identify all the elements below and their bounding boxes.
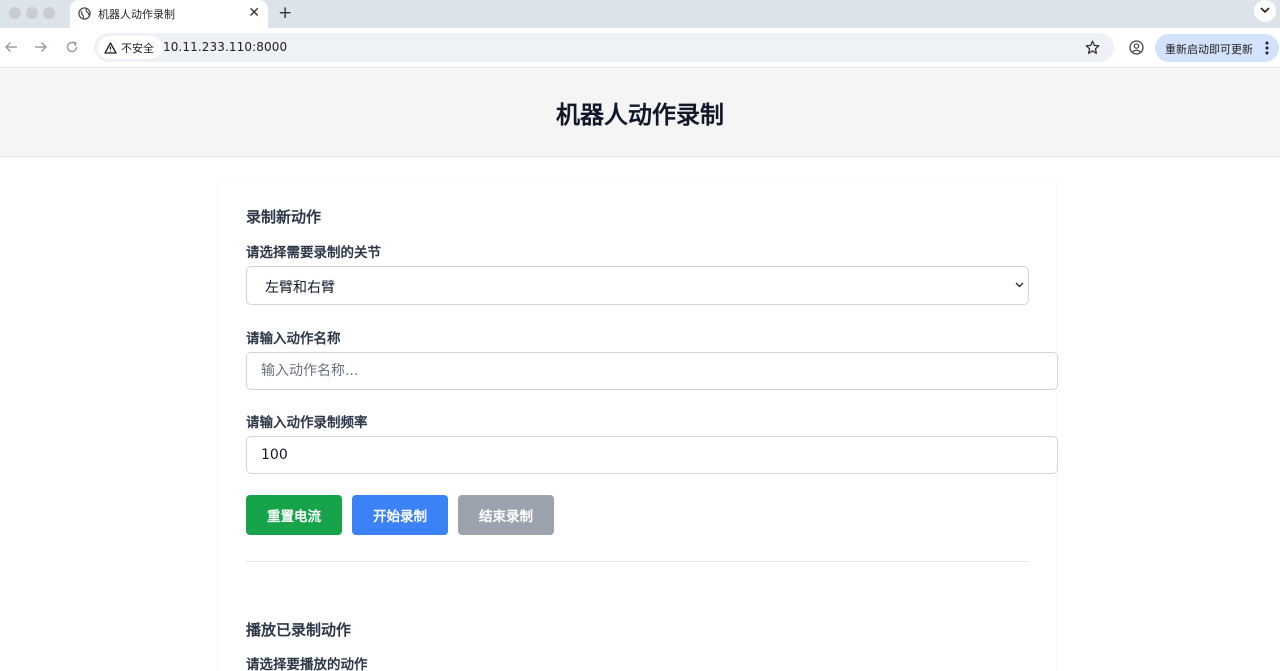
frequency-input[interactable] [246,436,1058,474]
playback-select-label: 请选择要播放的动作 [246,657,368,671]
window-close-dot[interactable] [9,7,21,19]
joints-selected-value: 左臂和右臂 [265,280,335,296]
update-label: 重新启动即可更新 [1165,43,1253,56]
playback-section-title: 播放已录制动作 [246,621,352,639]
new-tab-button[interactable]: + [278,3,292,23]
joints-select[interactable]: 左臂和右臂 [246,266,1029,305]
globe-icon [78,7,91,20]
forward-arrow-icon[interactable] [34,40,48,54]
tab-title: 机器人动作录制 [98,8,175,21]
stop-recording-button[interactable]: 结束录制 [458,495,554,535]
warning-triangle-icon [104,41,117,54]
action-name-label: 请输入动作名称 [246,331,341,347]
update-chip-button[interactable]: 重新启动即可更新 [1155,34,1279,62]
security-indicator[interactable]: 不安全 [98,36,162,59]
address-bar[interactable]: 不安全 10.11.233.110:8000 [94,33,1114,62]
window-zoom-dot[interactable] [43,7,55,19]
record-section-title: 录制新动作 [246,208,322,226]
tab-search-button[interactable] [1254,0,1276,22]
chevron-down-icon [1015,282,1024,288]
browser-tab-active[interactable]: 机器人动作录制 ✕ [70,0,268,28]
joints-label: 请选择需要录制的关节 [246,245,381,261]
frequency-label: 请输入动作录制频率 [246,415,368,431]
window-minimize-dot[interactable] [26,7,38,19]
start-recording-button[interactable]: 开始录制 [352,495,448,535]
back-arrow-icon[interactable] [4,40,18,54]
action-name-input[interactable] [246,352,1058,390]
more-vert-icon[interactable] [1265,41,1269,55]
page-header: 机器人动作录制 [0,69,1280,157]
bookmark-star-icon[interactable] [1085,40,1100,55]
reset-current-button[interactable]: 重置电流 [246,495,342,535]
tab-close-icon[interactable]: ✕ [248,4,260,22]
chevron-down-icon [1260,7,1270,14]
section-divider [246,561,1029,562]
profile-avatar-icon[interactable] [1129,40,1144,55]
page-title: 机器人动作录制 [556,101,724,129]
url-text[interactable]: 10.11.233.110:8000 [163,40,287,54]
reload-icon[interactable] [65,40,79,54]
security-label: 不安全 [121,41,154,55]
browser-toolbar: 不安全 10.11.233.110:8000 重新启动即可更新 [0,28,1280,68]
browser-tab-strip: 机器人动作录制 ✕ + [0,0,1280,28]
